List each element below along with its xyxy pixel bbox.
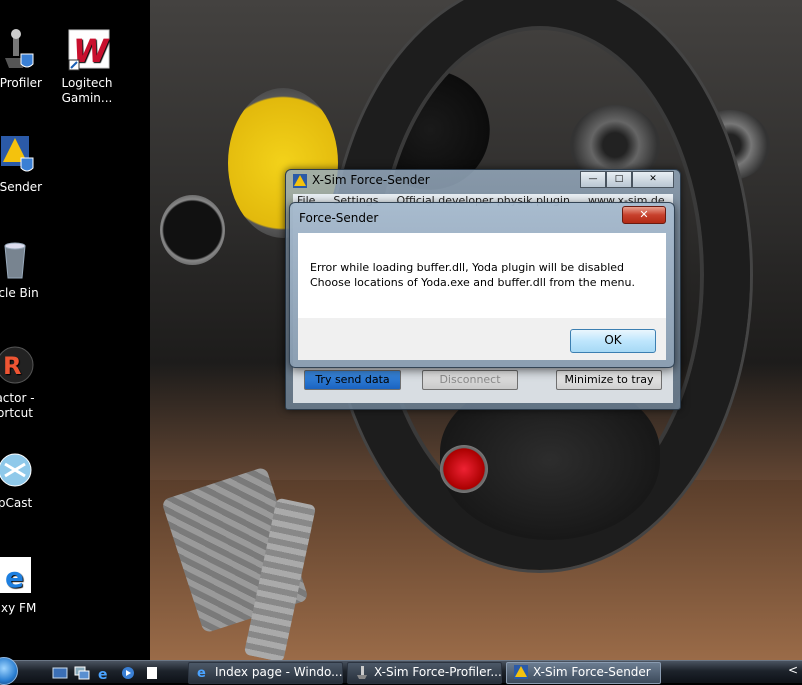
document-icon[interactable] <box>144 665 160 679</box>
dialog-message: Error while loading buffer.dll, Yoda plu… <box>310 260 635 290</box>
dialog-close-button[interactable]: ✕ <box>622 206 666 224</box>
dialog-message-line-2: Choose locations of Yoda.exe and buffer.… <box>310 276 635 289</box>
xsim-app-icon <box>292 173 308 189</box>
media-player-icon[interactable] <box>120 665 136 679</box>
svg-text:e: e <box>197 666 206 679</box>
desktop-icon-pcast[interactable]: pCast <box>0 448 55 511</box>
svg-text:e: e <box>98 667 108 680</box>
minimize-button[interactable]: — <box>580 171 606 188</box>
error-dialog: Force-Sender ✕ Error while loading buffe… <box>289 202 675 368</box>
xsim-profiler-icon <box>355 665 369 679</box>
taskbar-scroll-left-button[interactable]: < <box>788 663 798 677</box>
start-button[interactable] <box>0 657 18 685</box>
engine-start-button-shape <box>440 445 488 493</box>
dialog-body: Error while loading buffer.dll, Yoda plu… <box>298 233 666 318</box>
racing-r-icon: R <box>0 343 35 387</box>
desktop-icon-logitech[interactable]: W Logitech Gamin... <box>47 28 127 106</box>
switch-windows-icon[interactable] <box>74 665 90 680</box>
taskbar: e e Index page - Windo... X-Sim Force-Pro… <box>0 657 802 685</box>
ok-button[interactable]: OK <box>570 329 656 353</box>
small-gauge-shape <box>160 195 225 265</box>
logitech-w-icon: W <box>67 28 110 72</box>
taskbar-item-index-page[interactable]: e Index page - Windo... <box>188 662 343 684</box>
recycle-bin-icon <box>0 238 35 282</box>
taskbar-item-force-profiler[interactable]: X-Sim Force-Profiler... <box>347 662 502 684</box>
desktop-icon-galaxy-fm[interactable]: e axy FM <box>0 553 55 616</box>
dialog-title: Force-Sender <box>299 211 379 225</box>
desktop-icon-recycle-bin[interactable]: ycle Bin <box>0 238 55 301</box>
svg-text:R: R <box>3 352 21 380</box>
window-titlebar[interactable]: X-Sim Force-Sender — □ ✕ <box>286 170 680 192</box>
xsim-sender-icon <box>0 132 35 176</box>
taskbar-item-force-sender[interactable]: X-Sim Force-Sender <box>506 662 661 684</box>
taskbar-item-label: X-Sim Force-Profiler... <box>374 665 502 679</box>
joystick-shield-icon <box>0 28 35 72</box>
ie-icon: e <box>196 665 210 681</box>
close-button[interactable]: ✕ <box>632 171 674 188</box>
xsim-sender-icon <box>514 665 528 679</box>
dialog-footer: OK <box>298 318 666 360</box>
desktop-icon-force-sender[interactable]: e-Sender <box>0 132 55 195</box>
taskbar-item-label: Index page - Windo... <box>215 665 343 679</box>
taskbar-item-label: X-Sim Force-Sender <box>533 665 651 679</box>
show-desktop-icon[interactable] <box>52 665 68 679</box>
window-title: X-Sim Force-Sender <box>312 173 430 187</box>
desktop-icon-racing-shortcut[interactable]: R actor - ortcut <box>0 343 55 421</box>
ie-icon[interactable]: e <box>96 665 112 683</box>
action-button-row: Try send data Disconnect Minimize to tra… <box>296 370 668 392</box>
maximize-button[interactable]: □ <box>606 171 632 188</box>
disconnect-button[interactable]: Disconnect <box>422 370 518 390</box>
try-send-data-button[interactable]: Try send data <box>304 370 401 390</box>
minimize-to-tray-button[interactable]: Minimize to tray <box>556 370 662 390</box>
dialog-message-line-1: Error while loading buffer.dll, Yoda plu… <box>310 261 624 274</box>
desktop-icon-area: e-Profiler W Logitech Gamin... e-Sender … <box>0 0 150 660</box>
pcast-icon <box>0 448 35 492</box>
ie-icon: e <box>0 553 35 597</box>
svg-text:e: e <box>5 561 24 594</box>
